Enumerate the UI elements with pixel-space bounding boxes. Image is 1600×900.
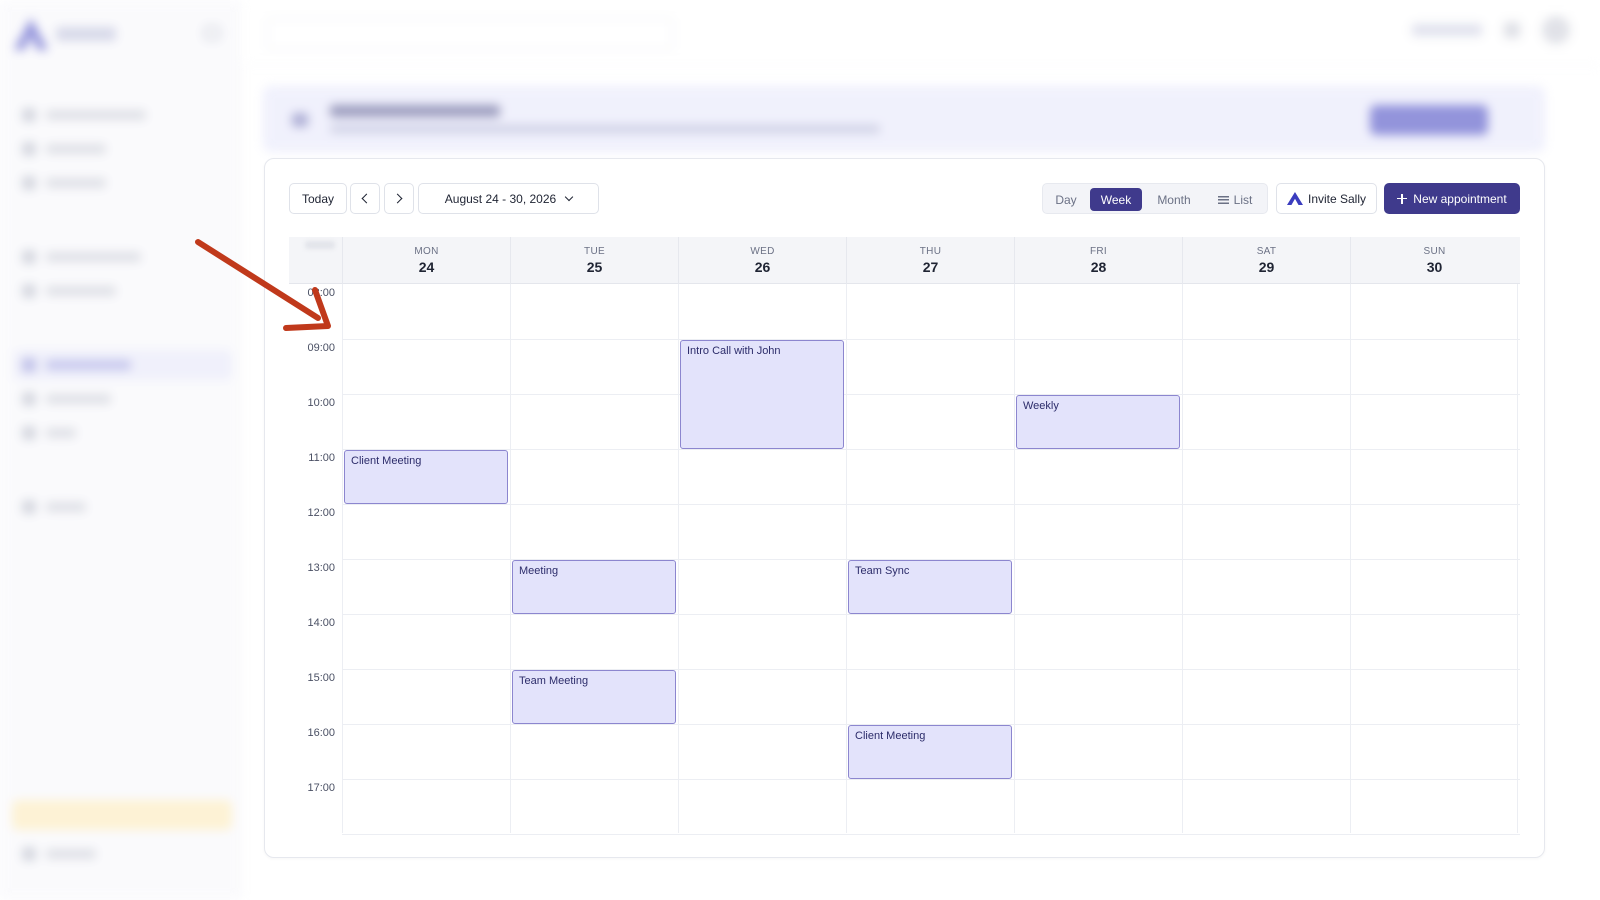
next-week-button[interactable] [384, 183, 414, 214]
appointment-block[interactable]: Client Meeting [344, 450, 508, 504]
hour-label: 17:00 [307, 782, 335, 794]
sidebar-item[interactable] [22, 500, 86, 514]
sidebar-item[interactable] [22, 284, 116, 298]
sidebar-item[interactable] [22, 426, 76, 440]
day-number: 25 [586, 259, 603, 275]
day-header-row: MON 24 TUE 25 WED 26 THU 27 FRI 28 SAT 29 SUN 30 [289, 237, 1520, 284]
hour-line [342, 394, 1520, 395]
appointment-block[interactable]: Intro Call with John [680, 340, 844, 449]
appointment-block[interactable]: Weekly [1016, 395, 1180, 449]
invite-label: Invite Sally [1307, 191, 1367, 206]
sidebar [0, 0, 242, 900]
time-grid[interactable]: 08:00 09:00 10:00 11:00 12:00 13:00 14:00 15:00… [289, 284, 1520, 835]
date-range-picker[interactable]: August 24 - 30, 2026 [418, 183, 599, 214]
day-of-week: TUE [584, 246, 605, 257]
hour-label: 12:00 [307, 507, 335, 519]
day-of-week: FRI [1089, 246, 1107, 257]
hour-line [342, 504, 1520, 505]
day-of-week: SAT [1256, 246, 1277, 257]
sidebar-item[interactable] [22, 142, 106, 156]
day-header-tue: TUE 25 [510, 237, 678, 284]
banner-action-button[interactable] [1370, 105, 1488, 135]
day-of-week: SUN [1423, 246, 1446, 257]
hour-line [342, 614, 1520, 615]
chevron-left-icon [361, 193, 372, 204]
day-header-sat: SAT 29 [1182, 237, 1350, 284]
chevron-right-icon [392, 193, 403, 204]
day-of-week: MON [414, 246, 439, 257]
sidebar-item[interactable] [22, 108, 146, 122]
hour-line [342, 779, 1520, 780]
calendar-toolbar: Today August 24 - 30, 2026 Day Week Mont… [289, 183, 1520, 215]
sidebar-item[interactable] [22, 176, 106, 190]
day-of-week: WED [750, 246, 775, 257]
hour-label: 16:00 [307, 727, 335, 739]
view-week-tab[interactable]: Week [1090, 188, 1142, 211]
banner-icon [292, 113, 308, 127]
hour-label: 15:00 [307, 672, 335, 684]
notifications-icon[interactable] [1504, 22, 1520, 38]
day-header-wed: WED 26 [678, 237, 846, 284]
day-number: 24 [418, 259, 435, 275]
sidebar-toggle-icon[interactable] [204, 26, 220, 40]
plus-icon [1397, 193, 1408, 204]
view-month-tab[interactable]: Month [1147, 188, 1201, 211]
new-appointment-label: New appointment [1413, 191, 1507, 206]
team-switcher[interactable] [1412, 24, 1482, 36]
view-list-label: List [1233, 192, 1253, 207]
sidebar-item[interactable] [22, 392, 111, 406]
today-button[interactable]: Today [289, 183, 347, 214]
appointment-block[interactable]: Meeting [512, 560, 676, 614]
appointment-block[interactable]: Client Meeting [848, 725, 1012, 779]
hour-label: 14:00 [307, 617, 335, 629]
sidebar-item[interactable] [22, 250, 141, 264]
day-header-thu: THU 27 [846, 237, 1014, 284]
hour-label: 08:00 [307, 287, 335, 299]
view-switcher: Day Week Month List [1042, 183, 1268, 214]
day-number: 28 [1090, 259, 1107, 275]
hour-line [342, 339, 1520, 340]
sidebar-item[interactable] [22, 847, 96, 861]
avatar[interactable] [1542, 16, 1570, 44]
day-number: 30 [1426, 259, 1443, 275]
date-range-label: August 24 - 30, 2026 [444, 191, 557, 206]
day-number: 26 [754, 259, 771, 275]
new-appointment-button[interactable]: New appointment [1384, 183, 1520, 214]
list-icon [1217, 195, 1229, 204]
app-logo [14, 18, 116, 50]
day-header-mon: MON 24 [342, 237, 510, 284]
day-header-sun: SUN 30 [1350, 237, 1518, 284]
day-of-week: THU [919, 246, 942, 257]
info-banner [263, 86, 1545, 152]
hour-line [342, 834, 1520, 835]
day-number: 29 [1258, 259, 1275, 275]
previous-week-button[interactable] [350, 183, 380, 214]
search-input[interactable] [267, 18, 673, 50]
view-list-tab[interactable]: List [1207, 188, 1263, 211]
appointment-block[interactable]: Team Sync [848, 560, 1012, 614]
hour-label: 11:00 [308, 452, 335, 464]
day-number: 27 [922, 259, 939, 275]
hour-label: 09:00 [307, 342, 335, 354]
top-bar [243, 0, 1600, 66]
chevron-down-icon [564, 192, 574, 201]
upgrade-banner[interactable] [12, 800, 232, 830]
invite-logo-icon [1286, 192, 1303, 205]
invite-button[interactable]: Invite Sally [1276, 183, 1377, 214]
logo-icon [14, 18, 48, 50]
hour-label: 10:00 [307, 397, 335, 409]
hour-line [342, 449, 1520, 450]
appointment-block[interactable]: Team Meeting [512, 670, 676, 724]
day-header-fri: FRI 28 [1014, 237, 1182, 284]
sidebar-item-appointments[interactable] [14, 350, 232, 380]
view-day-tab[interactable]: Day [1047, 188, 1085, 211]
week-grid: MON 24 TUE 25 WED 26 THU 27 FRI 28 SAT 29 SUN 30 08:0… [289, 237, 1520, 835]
hour-label: 13:00 [307, 562, 335, 574]
